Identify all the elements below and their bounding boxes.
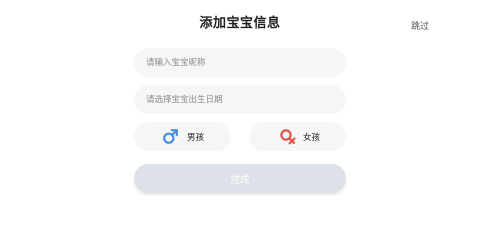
skip-button[interactable]: 跳过 [411, 19, 429, 32]
nickname-input[interactable] [134, 48, 346, 77]
done-button[interactable]: 完成 [134, 164, 346, 193]
page-title: 添加宝宝信息 [199, 16, 281, 31]
male-symbol-icon [163, 129, 178, 144]
gender-girl-button[interactable]: 女孩 [249, 122, 346, 151]
female-symbol-icon [280, 129, 296, 145]
gender-girl-label: 女孩 [303, 133, 321, 143]
gender-boy-label: 男孩 [187, 133, 205, 143]
gender-boy-button[interactable]: 男孩 [134, 122, 231, 151]
birthday-picker-field[interactable] [134, 85, 346, 114]
